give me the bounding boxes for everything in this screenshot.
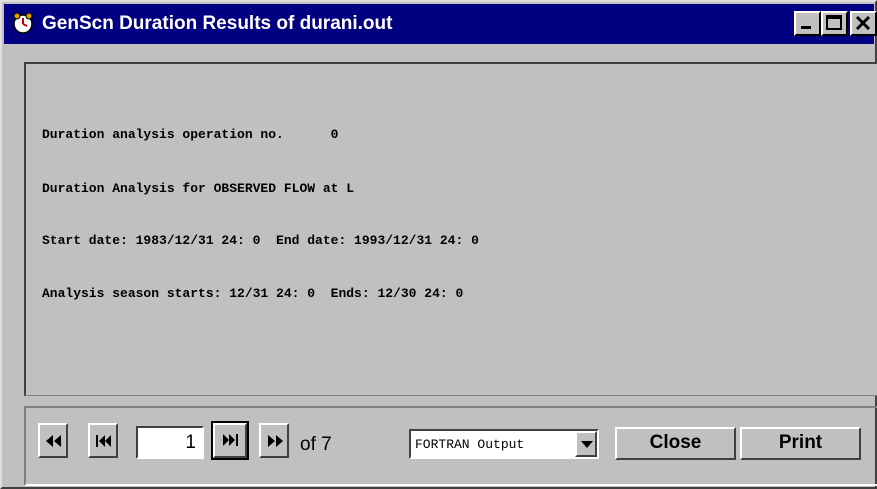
output-format-value: FORTRAN Output — [415, 437, 525, 452]
results-output-panel: Duration analysis operation no. 0 Durati… — [24, 62, 877, 396]
output-line: Duration Analysis for OBSERVED FLOW at L — [42, 181, 355, 196]
maximize-button[interactable] — [821, 11, 848, 36]
skip-forward-icon — [223, 434, 238, 446]
first-page-button[interactable] — [38, 423, 68, 458]
print-button-label: Print — [778, 432, 823, 453]
output-format-select[interactable]: FORTRAN Output — [409, 429, 599, 459]
page-number-input[interactable]: 1 — [136, 426, 204, 459]
page-total-label: of 7 — [300, 434, 332, 455]
close-button-label: Close — [649, 432, 702, 453]
fast-forward-icon — [268, 435, 283, 447]
close-icon — [855, 15, 871, 31]
dropdown-arrow-button[interactable] — [575, 431, 597, 457]
rewind-icon — [46, 435, 61, 447]
skip-back-icon — [96, 435, 111, 447]
minimize-button[interactable] — [794, 11, 821, 36]
print-button[interactable]: Print — [740, 427, 861, 460]
last-page-button[interactable] — [259, 423, 289, 458]
chevron-down-icon — [581, 441, 593, 448]
next-page-button[interactable] — [211, 421, 249, 460]
close-button[interactable]: Close — [615, 427, 736, 460]
window-title: GenScn Duration Results of durani.out — [42, 13, 393, 34]
output-line: Duration analysis operation no. 0 — [42, 127, 339, 142]
output-line: Analysis season starts: 12/31 24: 0 Ends… — [42, 286, 464, 301]
title-bar[interactable]: GenScn Duration Results of durani.out — [4, 4, 877, 44]
previous-page-button[interactable] — [88, 423, 118, 458]
maximize-icon — [826, 15, 842, 30]
duration-results-window: GenScn Duration Results of durani.out Du… — [0, 0, 877, 489]
output-line: Start date: 1983/12/31 24: 0 End date: 1… — [42, 233, 479, 248]
minimize-icon — [801, 26, 811, 29]
clock-icon — [12, 12, 34, 34]
close-window-button[interactable] — [850, 11, 877, 36]
